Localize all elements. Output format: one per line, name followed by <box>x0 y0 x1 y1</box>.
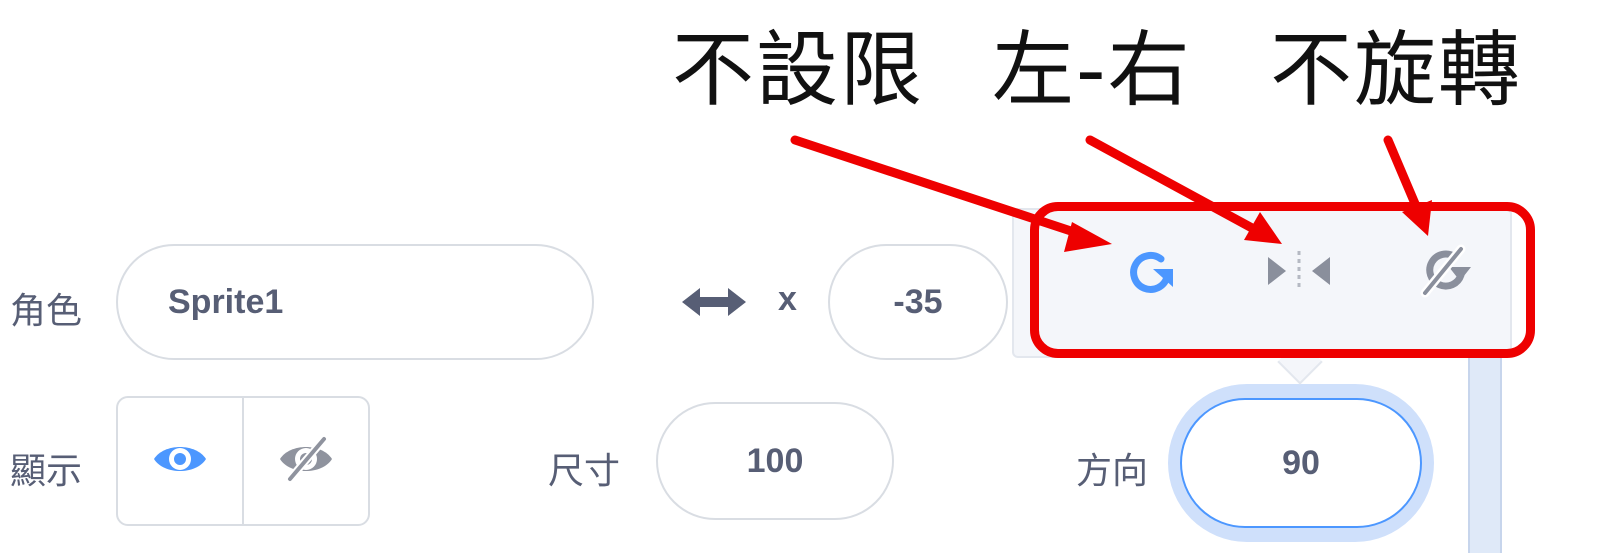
annotation-arrow-dont-rotate <box>1383 135 1432 236</box>
annotation-arrow-left-right <box>1085 135 1282 244</box>
annotation-arrow-all-around <box>790 135 1112 252</box>
